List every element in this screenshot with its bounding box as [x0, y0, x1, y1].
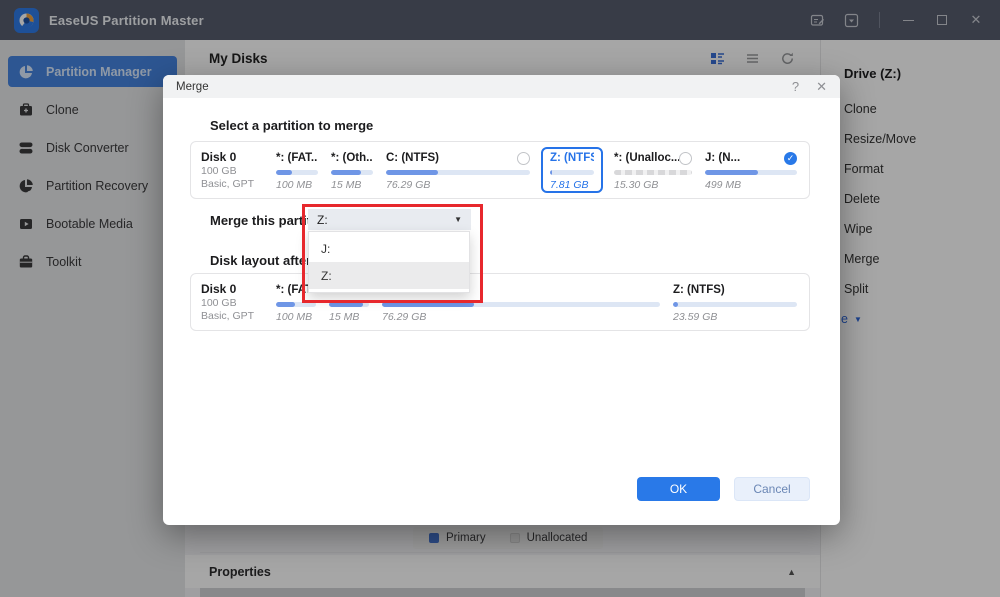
partition-label: C: (NTFS) — [386, 152, 440, 165]
partition-label: *: (Oth... — [331, 152, 373, 165]
dropdown-option-j[interactable]: J: — [309, 235, 469, 262]
partition-size: 100 MB — [276, 311, 313, 323]
partition-zntfs[interactable]: Z: (NTFS) 23.59 GB — [671, 281, 799, 323]
partition-size: 100 MB — [276, 179, 313, 191]
disk-name: Disk 0 — [201, 150, 237, 164]
partition-fat[interactable]: *: (FAT... 100 MB — [274, 149, 320, 191]
partition-label: J: (N... — [705, 152, 741, 165]
select-partition-label: Select a partition to merge — [210, 118, 374, 133]
usage-bar — [386, 170, 530, 175]
app-window: EaseUS Partition Master ✕ Partition Mana… — [0, 0, 1000, 597]
partition-size: 23.59 GB — [673, 311, 718, 323]
dropdown-option-z[interactable]: Z: — [309, 262, 469, 289]
partition-size: 76.29 GB — [382, 311, 427, 323]
usage-bar — [329, 302, 369, 307]
usage-bar — [331, 170, 373, 175]
usage-bar — [550, 170, 594, 175]
disk-row-after-merge: Disk 0100 GBBasic, GPT*: (FAT...100 MB15… — [190, 273, 810, 331]
partition-label: *: (FAT... — [276, 152, 318, 165]
partition-size: 15 MB — [329, 311, 360, 323]
disk-type: Basic, GPT — [201, 310, 255, 322]
usage-bar — [673, 302, 797, 307]
unallocated-bar — [614, 170, 692, 175]
partition-label: Z: (NTFS) — [550, 151, 594, 164]
partition-checkbox[interactable]: ✓ — [784, 151, 797, 165]
dialog-close-icon[interactable]: ✕ — [816, 80, 827, 93]
dropdown-value: Z: — [317, 212, 328, 227]
usage-bar — [705, 170, 797, 175]
partition-size: 76.29 GB — [386, 179, 431, 191]
dropdown-option-list: J: Z: — [308, 231, 470, 293]
partition-label: *: (Unalloc... — [614, 152, 679, 165]
partition-unalloc[interactable]: *: (Unalloc... 15.30 GB — [612, 149, 694, 191]
usage-bar — [276, 302, 316, 307]
partition-oth[interactable]: *: (Oth... 15 MB — [329, 149, 375, 191]
disk-name: Disk 0 — [201, 282, 237, 296]
partition-size: 15.30 GB — [614, 179, 659, 191]
partition-cntfs[interactable]: C: (NTFS) 76.29 GB — [384, 149, 532, 191]
dialog-title: Merge — [176, 80, 209, 93]
partition-checkbox[interactable] — [517, 151, 530, 165]
partition-size: 15 MB — [331, 179, 362, 191]
partition-jn[interactable]: J: (N... ✓ 499 MB — [703, 149, 799, 191]
merge-dialog: Merge ? ✕ Select a partition to merge Di… — [163, 75, 840, 525]
merge-dialog-header: Merge ? ✕ — [163, 75, 840, 98]
partition-size: 499 MB — [705, 179, 742, 191]
partition-checkbox[interactable] — [679, 151, 692, 165]
disk-capacity: 100 GB — [201, 165, 237, 177]
disk-row-before-merge: Disk 0 100 GB Basic, GPT *: (FAT... 100 MB *:… — [190, 141, 810, 199]
merge-target-dropdown[interactable]: Z: ▼ — [308, 209, 471, 230]
disk-capacity: 100 GB — [201, 297, 237, 309]
help-icon[interactable]: ? — [792, 80, 799, 93]
usage-bar — [276, 170, 318, 175]
partition-size: 7.81 GB — [550, 179, 589, 191]
caret-down-icon: ▼ — [454, 215, 462, 224]
disk-info: Disk 0 100 GB Basic, GPT — [201, 149, 265, 191]
disk-info: Disk 0 100 GB Basic, GPT — [201, 281, 265, 323]
partition-zntfs[interactable]: Z: (NTFS) 7.81 GB — [541, 147, 603, 193]
partition-label: Z: (NTFS) — [673, 284, 725, 297]
disk-type: Basic, GPT — [201, 178, 255, 190]
cancel-button[interactable]: Cancel — [734, 477, 810, 501]
usage-bar — [382, 302, 660, 307]
ok-button[interactable]: OK — [637, 477, 720, 501]
